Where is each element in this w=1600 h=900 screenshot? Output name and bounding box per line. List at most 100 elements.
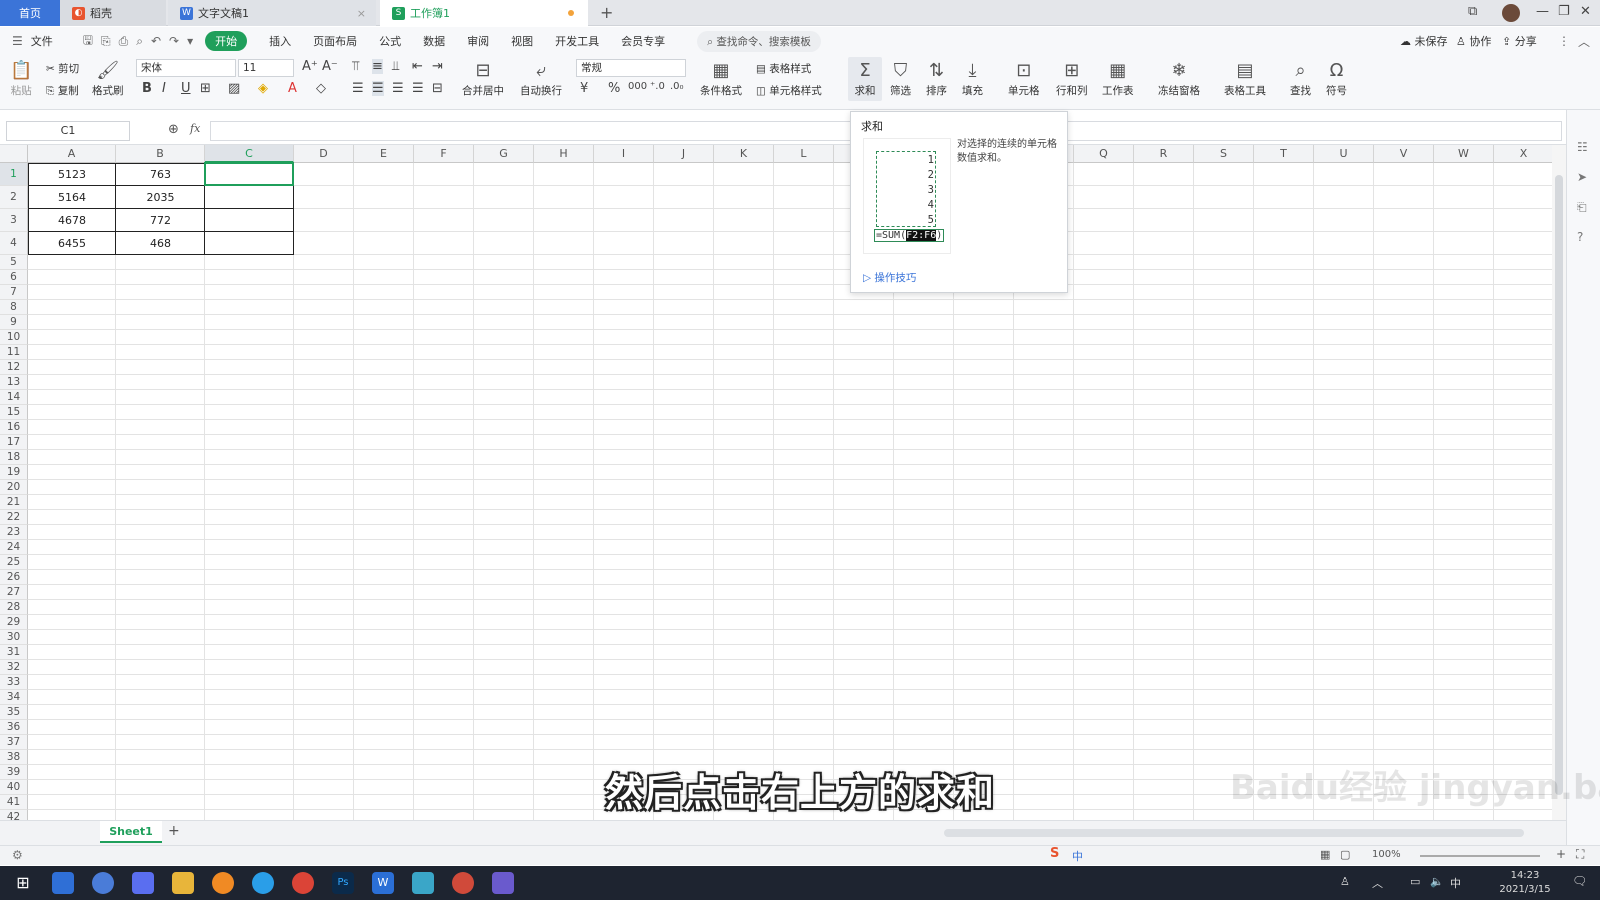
conditional-format-button[interactable]: ▦ 条件格式 [700, 59, 742, 98]
media-player-icon[interactable] [492, 872, 514, 894]
currency-icon[interactable]: ¥ [580, 81, 588, 96]
column-header[interactable]: Q [1074, 145, 1134, 163]
row-header[interactable]: 28 [0, 600, 28, 615]
column-header[interactable]: W [1434, 145, 1494, 163]
app-icon-sogou[interactable] [92, 872, 114, 894]
name-box[interactable]: C1 [6, 121, 130, 141]
redo-icon[interactable]: ↷ [169, 34, 179, 48]
fullscreen-icon[interactable]: ⛶ [1576, 847, 1584, 862]
row-header[interactable]: 1 [0, 163, 28, 186]
column-header[interactable]: L [774, 145, 834, 163]
row-header[interactable]: 13 [0, 375, 28, 390]
people-icon[interactable]: ♙ [1340, 875, 1350, 888]
column-header[interactable]: J [654, 145, 714, 163]
volume-icon[interactable]: 🔈 [1430, 875, 1444, 888]
wrap-text-button[interactable]: ⤶ 自动换行 [520, 59, 562, 98]
backup-icon[interactable]: ⎗ [1577, 200, 1587, 215]
select-all-corner[interactable] [0, 145, 28, 163]
add-sheet-button[interactable]: + [168, 823, 180, 839]
column-header[interactable]: C [205, 145, 294, 163]
cell-a4[interactable]: 6455 [28, 232, 116, 255]
pointer-icon[interactable]: ➤ [1577, 170, 1587, 184]
chrome-alt-icon[interactable] [452, 872, 474, 894]
vertical-scrollbar[interactable] [1552, 145, 1566, 820]
collapse-ribbon-icon[interactable]: ︿ [1578, 33, 1590, 50]
row-header[interactable]: 26 [0, 570, 28, 585]
indent-increase-icon[interactable]: ⇥ [432, 59, 443, 74]
sogou-ime-icon[interactable]: S [1050, 846, 1059, 861]
column-header[interactable]: A [28, 145, 116, 163]
cell-fill-pattern-icon[interactable]: ▨ [228, 81, 240, 96]
menu-review[interactable]: 审阅 [467, 33, 489, 49]
row-header[interactable]: 4 [0, 232, 28, 255]
align-bottom-icon[interactable]: ⫫ [392, 59, 399, 74]
column-header[interactable]: U [1314, 145, 1374, 163]
distributed-icon[interactable]: ⊟ [432, 81, 443, 96]
spreadsheet-grid[interactable]: ABCDEFGHIJKLMNOPQRSTUVWX1234567891011121… [0, 145, 1552, 820]
justify-icon[interactable]: ☰ [412, 81, 424, 96]
column-header[interactable]: S [1194, 145, 1254, 163]
tray-chevron-icon[interactable]: ︿ [1372, 875, 1383, 891]
column-header[interactable]: D [294, 145, 354, 163]
avatar[interactable] [1502, 4, 1520, 22]
copy-button[interactable]: ⎘ 复制 [46, 83, 79, 98]
row-header[interactable]: 15 [0, 405, 28, 420]
undo-icon[interactable]: ↶ [151, 34, 161, 48]
row-header[interactable]: 21 [0, 495, 28, 510]
tab-shell[interactable]: ◐ 稻壳 [60, 0, 166, 26]
menu-insert[interactable]: 插入 [269, 33, 291, 49]
thousands-icon[interactable]: 000 [628, 81, 647, 92]
tab-home[interactable]: 首页 [0, 0, 60, 26]
cell-b4[interactable]: 468 [116, 232, 205, 255]
freeze-panes-button[interactable]: ❄ 冻结窗格 [1158, 59, 1200, 98]
bold-icon[interactable]: B [142, 81, 152, 96]
sum-button[interactable]: Σ 求和 [848, 57, 882, 101]
zoom-slider[interactable] [1420, 855, 1540, 857]
border-icon[interactable]: ⊞ [200, 81, 211, 96]
clear-icon[interactable]: ◇ [316, 81, 326, 96]
row-header[interactable]: 3 [0, 209, 28, 232]
cell-a2[interactable]: 5164 [28, 186, 116, 209]
export-icon[interactable]: ⎘ [101, 34, 111, 49]
menu-file[interactable]: 文件 [31, 33, 53, 49]
cell-style-button[interactable]: ◫ 单元格样式 [756, 83, 822, 98]
row-header[interactable]: 24 [0, 540, 28, 555]
horizontal-scrollbar[interactable] [944, 829, 1524, 837]
cells-button[interactable]: ⊡ 单元格 [1008, 59, 1040, 98]
row-header[interactable]: 31 [0, 645, 28, 660]
cut-button[interactable]: ✂ 剪切 [46, 61, 79, 76]
photoshop-icon[interactable]: Ps [332, 872, 354, 894]
fx-icon[interactable]: fx [190, 122, 200, 135]
merge-center-button[interactable]: ⊟ 合并居中 [462, 59, 504, 98]
normal-view-icon[interactable]: ▦ [1320, 848, 1330, 861]
cell-b3[interactable]: 772 [116, 209, 205, 232]
row-header[interactable]: 11 [0, 345, 28, 360]
scroll-thumb[interactable] [1555, 175, 1563, 795]
row-header[interactable]: 7 [0, 285, 28, 300]
app-icon-feather[interactable] [52, 872, 74, 894]
symbol-button[interactable]: Ω 符号 [1326, 59, 1347, 98]
row-header[interactable]: 10 [0, 330, 28, 345]
row-header[interactable]: 35 [0, 705, 28, 720]
row-header[interactable]: 18 [0, 450, 28, 465]
column-header[interactable]: K [714, 145, 774, 163]
align-top-icon[interactable]: ⫪ [352, 59, 359, 74]
save-icon[interactable]: 🖫 [83, 31, 93, 52]
help-icon[interactable]: ? [1577, 230, 1583, 244]
column-header[interactable]: X [1494, 145, 1552, 163]
row-header[interactable]: 25 [0, 555, 28, 570]
row-header[interactable]: 30 [0, 630, 28, 645]
table-tools-button[interactable]: ▤ 表格工具 [1224, 59, 1266, 98]
increase-font-icon[interactable]: A⁺ [302, 59, 318, 74]
column-header[interactable]: G [474, 145, 534, 163]
row-header[interactable]: 8 [0, 300, 28, 315]
column-header[interactable]: H [534, 145, 594, 163]
print-icon[interactable]: ⎙ [119, 34, 129, 49]
settings-sliders-icon[interactable]: ☷ [1577, 140, 1588, 154]
unsaved-button[interactable]: ☁ 未保存 [1400, 33, 1448, 49]
sheet-tab[interactable]: Sheet1 [100, 821, 162, 843]
app-icon-orange[interactable] [212, 872, 234, 894]
align-right-icon[interactable]: ☰ [392, 81, 404, 96]
paste-button[interactable]: 📋 粘贴 [10, 59, 32, 98]
column-header[interactable]: E [354, 145, 414, 163]
